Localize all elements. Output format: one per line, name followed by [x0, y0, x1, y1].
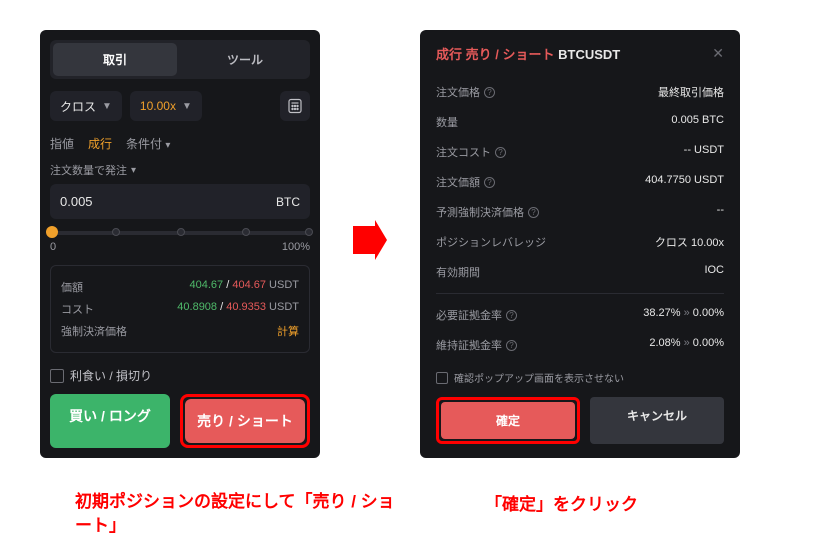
- tpsl-checkbox[interactable]: [50, 369, 64, 383]
- slider-max: 100%: [282, 241, 310, 253]
- qty-mode-label[interactable]: 注文数量で発注 ▾: [50, 162, 310, 178]
- order-info-box: 価額 404.67 / 404.67 USDT コスト 40.8908 / 40…: [50, 265, 310, 353]
- tab-trade[interactable]: 取引: [53, 43, 177, 76]
- calculator-button[interactable]: [280, 91, 310, 121]
- step-arrow: [350, 30, 390, 450]
- cancel-button[interactable]: キャンセル: [590, 397, 724, 444]
- leverage-label: 10.00x: [140, 99, 176, 113]
- qty-input-box[interactable]: BTC: [50, 184, 310, 219]
- dont-show-label: 確認ポップアップ画面を表示させない: [454, 370, 624, 385]
- slider-thumb[interactable]: [46, 226, 58, 238]
- close-icon[interactable]: ✕: [712, 45, 724, 62]
- arrow-right-icon: [353, 220, 387, 260]
- order-type-conditional[interactable]: 条件付 ▾: [126, 135, 170, 152]
- trade-panel: 取引 ツール クロス ▼ 10.00x ▼ 指値 成行 条件付 ▾: [40, 30, 320, 458]
- caption-right: 「確定」をクリック: [485, 490, 785, 515]
- order-type-limit[interactable]: 指値: [50, 135, 74, 152]
- order-type-row: 指値 成行 条件付 ▾: [50, 135, 310, 152]
- dont-show-checkbox[interactable]: [436, 372, 448, 384]
- confirm-button[interactable]: 確定: [441, 402, 575, 439]
- calculator-icon: [287, 98, 303, 114]
- chevron-down-icon: ▼: [182, 101, 192, 112]
- buy-long-button[interactable]: 買い / ロング: [50, 394, 170, 448]
- info-icon: ?: [495, 147, 506, 158]
- info-value-label: 価額: [61, 279, 83, 295]
- modal-title: 成行 売り / ショート BTCUSDT: [436, 44, 620, 63]
- leverage-select[interactable]: 10.00x ▼: [130, 91, 202, 121]
- slider-min: 0: [50, 241, 56, 253]
- chevron-down-icon: ▼: [102, 101, 112, 112]
- info-liq-label: 強制決済価格: [61, 323, 127, 339]
- confirm-modal: 成行 売り / ショート BTCUSDT ✕ 注文価格?最終取引価格 数量0.0…: [420, 30, 740, 458]
- confirm-highlight-box: 確定: [436, 397, 580, 444]
- tab-tools[interactable]: ツール: [183, 43, 307, 76]
- order-type-market[interactable]: 成行: [88, 135, 112, 152]
- chevron-down-icon: ▾: [165, 140, 170, 151]
- margin-mode-label: クロス: [60, 98, 96, 115]
- sell-short-button[interactable]: 売り / ショート: [185, 399, 305, 443]
- margin-mode-select[interactable]: クロス ▼: [50, 91, 122, 121]
- info-icon: ?: [528, 207, 539, 218]
- info-icon: ?: [506, 340, 517, 351]
- info-cost-label: コスト: [61, 301, 94, 317]
- info-icon: ?: [506, 310, 517, 321]
- liq-calc-link[interactable]: 計算: [277, 323, 299, 339]
- tab-bar: 取引 ツール: [50, 40, 310, 79]
- qty-unit: BTC: [276, 195, 300, 209]
- tpsl-label: 利食い / 損切り: [70, 367, 152, 384]
- caption-left: 初期ポジションの設定にして「売り / ショート」: [75, 490, 395, 538]
- info-icon: ?: [484, 87, 495, 98]
- qty-slider[interactable]: 0 100%: [50, 231, 310, 253]
- sell-highlight-box: 売り / ショート: [180, 394, 310, 448]
- qty-input[interactable]: [60, 194, 228, 209]
- chevron-down-icon: ▾: [131, 165, 136, 176]
- info-icon: ?: [484, 177, 495, 188]
